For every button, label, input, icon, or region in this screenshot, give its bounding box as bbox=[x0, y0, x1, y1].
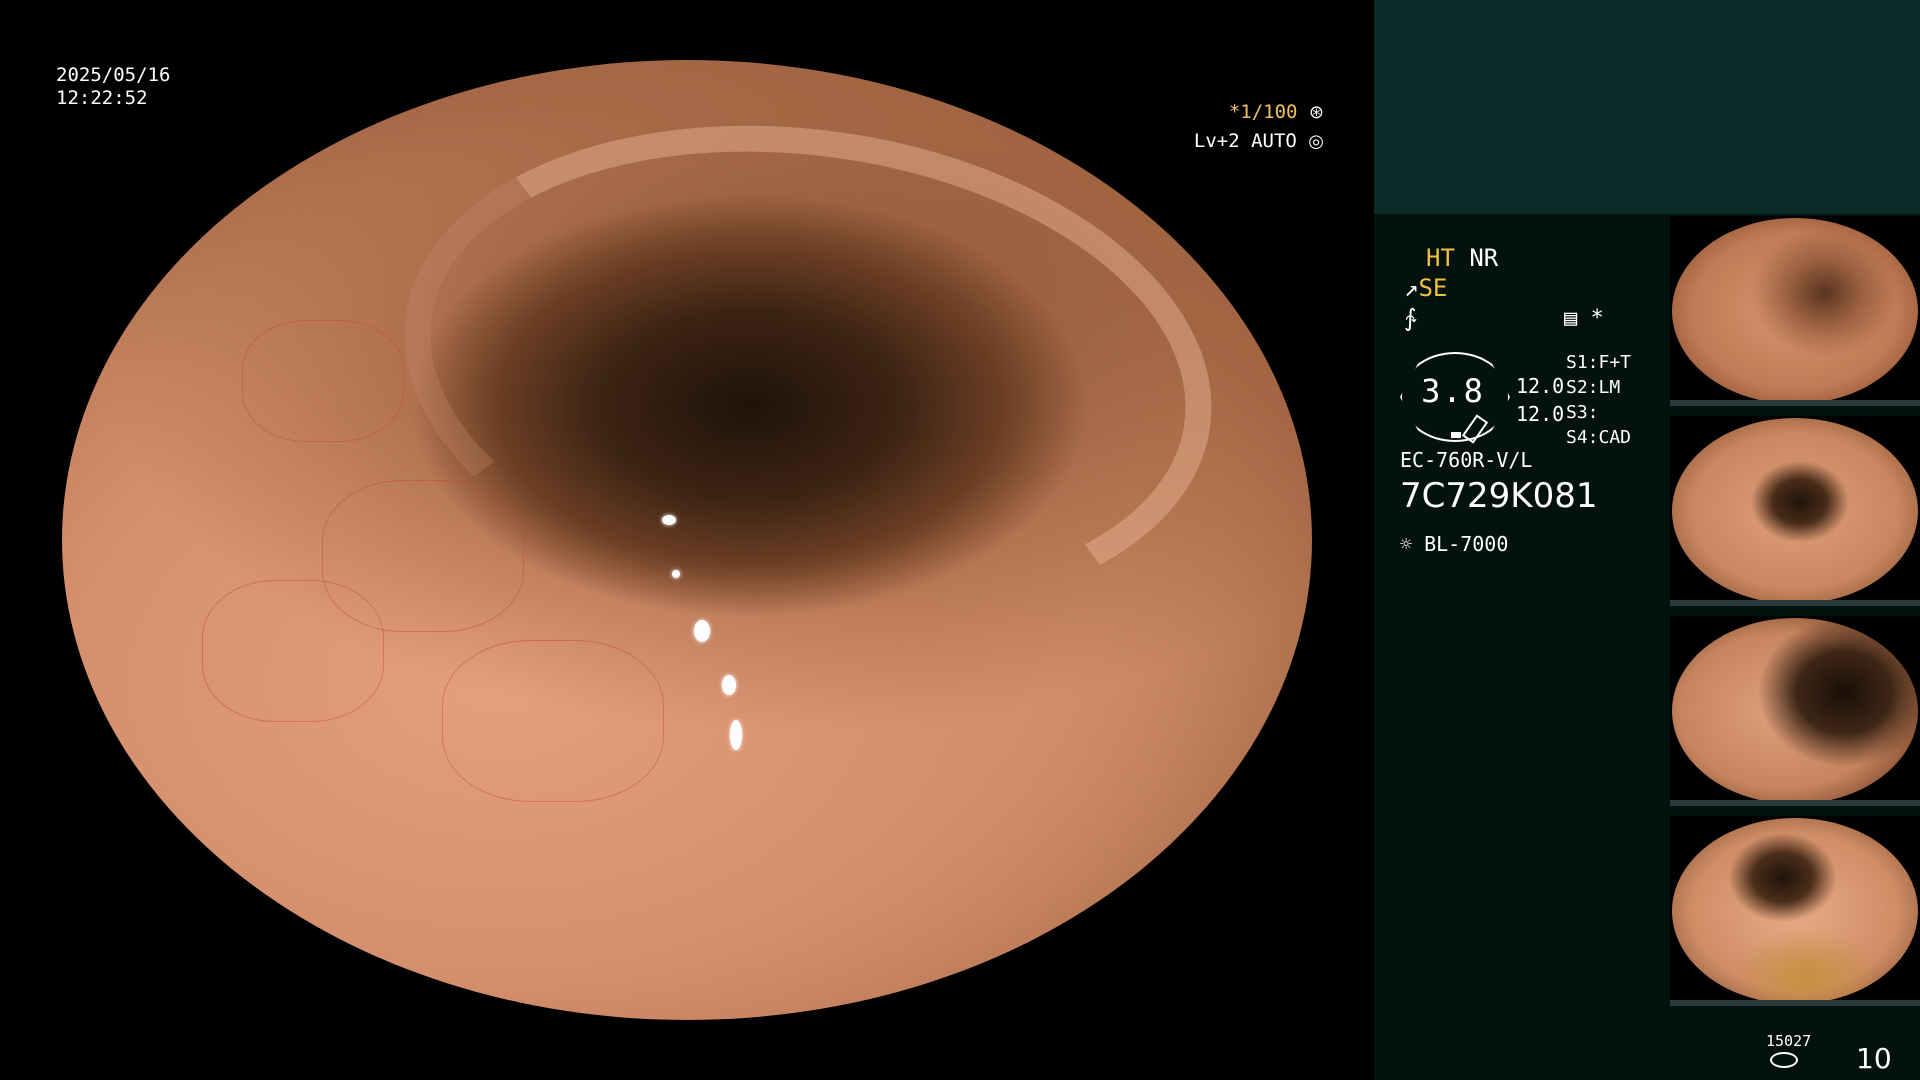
light-reflection bbox=[662, 515, 676, 525]
light-reflection bbox=[694, 620, 710, 642]
ht-label: HT bbox=[1426, 244, 1455, 272]
vessel-pattern bbox=[202, 580, 384, 722]
list-icon: ▤ bbox=[1564, 306, 1578, 331]
light-reflection bbox=[722, 675, 736, 695]
star-label: * bbox=[1590, 306, 1604, 331]
iris-icon: ◎ bbox=[1308, 131, 1324, 152]
thumbnail-image bbox=[1672, 418, 1918, 604]
processing-modes: HT NR bbox=[1426, 244, 1498, 272]
switch-s2: S2:LM bbox=[1566, 377, 1621, 398]
gauge-marker bbox=[1451, 432, 1461, 438]
scope-switches: S1:F+T S2:LM S3: S4:CAD bbox=[1566, 350, 1631, 450]
exposure-info: *1/100 ⊛ Lv+2 AUTO ◎ bbox=[1194, 98, 1324, 156]
datetime-display: 2025/05/16 12:22:52 bbox=[56, 64, 170, 110]
switch-s1: S1:F+T bbox=[1566, 352, 1632, 373]
scope-serial: 7C729K081 bbox=[1400, 476, 1598, 516]
light-source-icon: ☼ bbox=[1400, 532, 1413, 556]
image-count: 10 bbox=[1856, 1042, 1892, 1075]
patient-info-area bbox=[1374, 0, 1920, 214]
value-1: 12.0 bbox=[1516, 374, 1565, 398]
switch-s3: S3: bbox=[1566, 402, 1599, 423]
vessel-pattern bbox=[442, 640, 664, 802]
exposure-text: Lv+2 AUTO bbox=[1193, 130, 1297, 152]
light-reflection bbox=[730, 720, 742, 750]
thumbnail-bar bbox=[1670, 800, 1920, 806]
endoscope-view: 2025/05/16 12:22:52 *1/100 ⊛ Lv+2 AUTO ◎ bbox=[0, 0, 1374, 1080]
light-source-row: ☼ BL-7000 bbox=[1400, 532, 1508, 556]
misc-status: ▤ * bbox=[1564, 306, 1604, 331]
parameter-values: 12.0 12.0 bbox=[1516, 372, 1564, 428]
shutter-text: *1/100 bbox=[1228, 101, 1298, 123]
shutter-icon: ⊛ bbox=[1308, 102, 1324, 123]
record-count: 15027 bbox=[1766, 1032, 1812, 1050]
enhance-icon: ∱ bbox=[1404, 304, 1417, 332]
thumbnail-image bbox=[1672, 618, 1918, 804]
se-icon: ↗ bbox=[1404, 274, 1419, 302]
structure-enhance-row: ↗SE bbox=[1404, 274, 1447, 302]
light-reflection bbox=[672, 570, 680, 578]
nr-label: NR bbox=[1469, 244, 1499, 272]
endoscopic-image bbox=[62, 60, 1312, 1020]
disk-icon bbox=[1770, 1052, 1798, 1068]
thumbnail-bar bbox=[1670, 600, 1920, 606]
vessel-pattern bbox=[242, 320, 404, 442]
date-text: 2025/05/16 bbox=[56, 64, 171, 86]
thumbnail-bar bbox=[1670, 1000, 1920, 1006]
captured-thumbnail[interactable] bbox=[1670, 416, 1920, 606]
thumbnail-bar bbox=[1670, 400, 1920, 406]
light-source-label: BL-7000 bbox=[1424, 532, 1509, 556]
scope-model: EC-760R-V/L bbox=[1400, 448, 1533, 472]
captured-thumbnail[interactable] bbox=[1670, 816, 1920, 1006]
thumbnail-image bbox=[1672, 818, 1918, 1004]
time-text: 12:22:52 bbox=[56, 87, 148, 109]
switch-s4: S4:CAD bbox=[1566, 427, 1632, 448]
captured-thumbnail[interactable] bbox=[1670, 216, 1920, 406]
captured-thumbnail[interactable] bbox=[1670, 616, 1920, 806]
se-label: SE bbox=[1418, 274, 1448, 302]
gauge-value: 3.8 bbox=[1421, 372, 1485, 410]
value-2: 12.0 bbox=[1516, 402, 1565, 426]
thumbnail-image bbox=[1672, 218, 1918, 404]
